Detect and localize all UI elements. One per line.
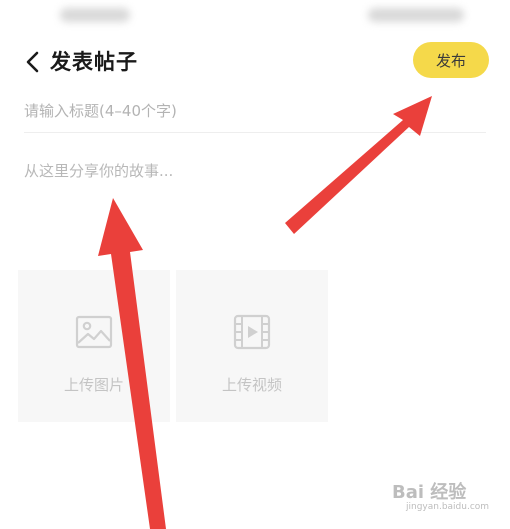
title-input[interactable] (24, 96, 484, 126)
header: 发表帖子 发布 (0, 40, 510, 84)
chevron-left-icon (26, 51, 39, 73)
upload-image-label: 上传图片 (63, 376, 124, 394)
watermark: Bai 经验 jingyan.baidu.com (392, 478, 504, 522)
content-textarea[interactable] (24, 160, 484, 240)
image-icon (75, 315, 113, 349)
upload-video-label: 上传视频 (221, 376, 282, 394)
upload-image-button[interactable]: 上传图片 (18, 270, 170, 422)
page-title: 发表帖子 (50, 50, 138, 74)
watermark-text: Bai 经验 (392, 482, 467, 503)
upload-video-button[interactable]: 上传视频 (176, 270, 328, 422)
divider (24, 132, 486, 133)
back-button[interactable] (22, 48, 44, 76)
status-bar-time-blurred (60, 8, 130, 22)
publish-button[interactable]: 发布 (413, 42, 489, 78)
watermark-url: jingyan.baidu.com (406, 502, 490, 512)
status-bar-icons-blurred (368, 8, 464, 22)
video-icon (233, 314, 271, 350)
